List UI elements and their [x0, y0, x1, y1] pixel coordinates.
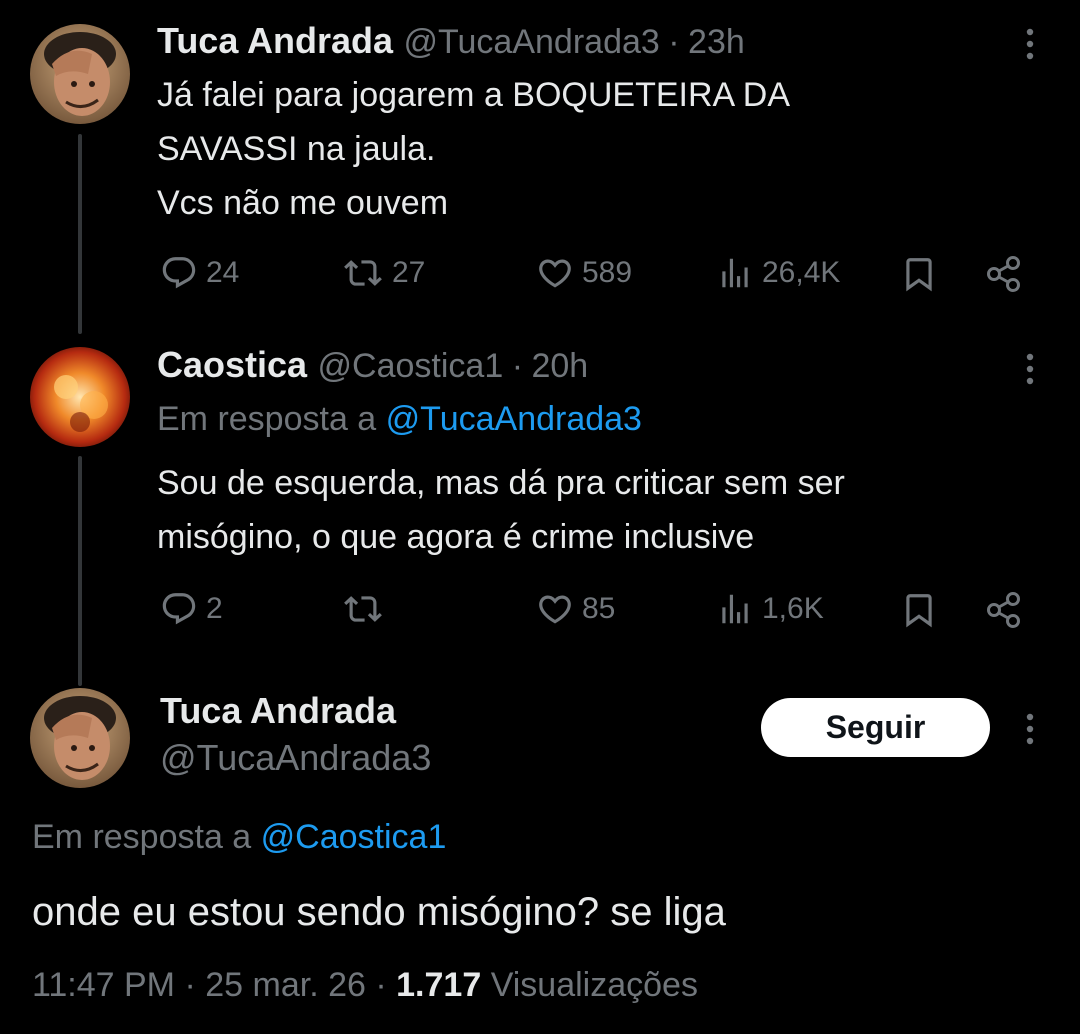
- thread-line: [78, 456, 82, 686]
- retweet-count: 27: [392, 256, 426, 289]
- reply-context: Em resposta a @Caostica1: [32, 818, 446, 857]
- avatar[interactable]: [30, 24, 130, 124]
- share-icon: [987, 256, 1020, 292]
- share-button[interactable]: [984, 590, 1024, 630]
- tweet-header: Tuca Andrada @TucaAndrada3 · 23h: [157, 20, 745, 62]
- author-handle[interactable]: @TucaAndrada3: [404, 23, 660, 61]
- tweet-text: Já falei para jogarem a BOQUETEIRA DA SA…: [157, 76, 791, 222]
- views-button[interactable]: 26,4K: [716, 254, 840, 292]
- more-icon: [1026, 713, 1034, 745]
- author-name[interactable]: Tuca Andrada: [157, 20, 393, 61]
- bookmark-icon: [906, 594, 932, 628]
- timestamp[interactable]: 11:47 PM: [32, 966, 175, 1004]
- heart-icon: [539, 259, 571, 288]
- reply-count: 24: [206, 256, 240, 289]
- separator: ·: [511, 347, 524, 385]
- share-button[interactable]: [984, 254, 1024, 294]
- author-handle[interactable]: @TucaAndrada3: [160, 737, 431, 779]
- retweet-icon: [344, 596, 382, 622]
- separator: ·: [668, 23, 680, 61]
- avatar[interactable]: [30, 688, 130, 788]
- more-icon: [1026, 28, 1034, 60]
- separator: ·: [184, 966, 196, 1004]
- more-options-button[interactable]: [1010, 709, 1050, 749]
- tweet-text: onde eu estou sendo misógino? se liga: [32, 890, 726, 934]
- avatar[interactable]: [30, 347, 130, 447]
- tweet-header: Caostica @Caostica1 · 20h: [157, 344, 588, 386]
- reply-prefix: Em resposta a: [32, 818, 252, 856]
- retweet-button[interactable]: [342, 590, 392, 628]
- reply-button[interactable]: 24: [160, 254, 239, 292]
- tweet-meta: 11:47 PM · 25 mar. 26 · 1.717 Visualizaç…: [32, 966, 698, 1005]
- follow-button[interactable]: Seguir: [761, 698, 990, 757]
- views-count: 26,4K: [762, 256, 841, 289]
- more-options-button[interactable]: [1010, 349, 1050, 389]
- reply-to-link[interactable]: @Caostica1: [261, 818, 447, 856]
- reply-count: 2: [206, 592, 223, 625]
- author-handle[interactable]: @Caostica1: [318, 347, 504, 385]
- like-button[interactable]: 85: [536, 590, 615, 628]
- author-name[interactable]: Tuca Andrada: [160, 690, 396, 732]
- date[interactable]: 25 mar. 26: [205, 966, 366, 1004]
- views-button[interactable]: 1,6K: [716, 590, 824, 628]
- like-count: 85: [582, 592, 616, 625]
- timestamp[interactable]: 23h: [688, 23, 745, 61]
- like-count: 589: [582, 256, 633, 289]
- reply-icon: [162, 257, 196, 289]
- reply-to-link[interactable]: @TucaAndrada3: [386, 400, 642, 438]
- reply-prefix: Em resposta a: [157, 400, 377, 438]
- heart-icon: [539, 595, 571, 624]
- analytics-icon: [722, 594, 748, 624]
- more-icon: [1026, 353, 1034, 385]
- views-label: Visualizações: [490, 966, 698, 1004]
- reply-button[interactable]: 2: [160, 590, 223, 628]
- bookmark-icon: [906, 258, 932, 292]
- views-count: 1.717: [396, 966, 482, 1004]
- bookmark-button[interactable]: [900, 590, 938, 630]
- share-icon: [987, 592, 1020, 628]
- tweet-text: Sou de esquerda, mas dá pra criticar sem…: [157, 464, 845, 556]
- like-button[interactable]: 589: [536, 254, 632, 292]
- reply-icon: [162, 593, 196, 625]
- more-options-button[interactable]: [1010, 24, 1050, 64]
- timestamp[interactable]: 20h: [531, 347, 588, 385]
- thread-line: [78, 134, 82, 334]
- author-name[interactable]: Caostica: [157, 344, 307, 385]
- retweet-button[interactable]: 27: [342, 254, 425, 292]
- views-count: 1,6K: [762, 592, 824, 625]
- reply-context: Em resposta a @TucaAndrada3: [157, 400, 642, 439]
- bookmark-button[interactable]: [900, 254, 938, 294]
- separator: ·: [375, 966, 387, 1004]
- retweet-icon: [344, 260, 382, 286]
- analytics-icon: [722, 258, 748, 288]
